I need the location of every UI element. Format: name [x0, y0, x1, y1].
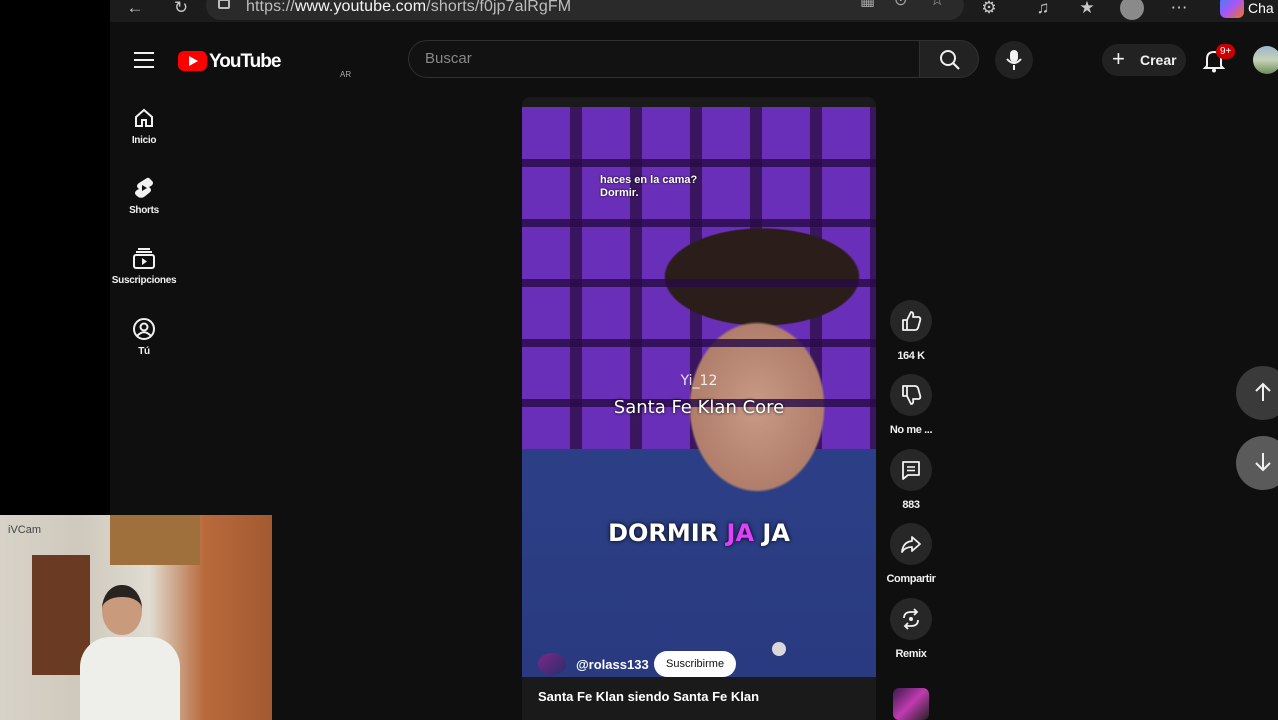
- comment-icon: [902, 461, 920, 480]
- remix-icon: [903, 608, 919, 630]
- more-options-icon[interactable]: ⋯: [1168, 0, 1190, 18]
- dislike-action: No me ...: [882, 374, 940, 436]
- browser-toolbar: ← ↻ https://www.youtube.com/shorts/f0jp7…: [110, 0, 1278, 22]
- like-count: 164 K: [897, 350, 925, 362]
- arrow-down-icon: [1255, 453, 1271, 472]
- country-code: AR: [340, 70, 352, 79]
- sidebar-item-label: Inicio: [131, 135, 157, 146]
- favorites-list-icon[interactable]: ★: [1076, 0, 1098, 18]
- sidebar-item-inicio[interactable]: Inicio: [110, 106, 178, 166]
- url-text[interactable]: https://www.youtube.com/shorts/f0jp7alRg…: [246, 0, 571, 16]
- site-info-icon[interactable]: [218, 0, 230, 9]
- like-action: 164 K: [882, 300, 940, 362]
- sound-thumbnail[interactable]: [893, 688, 929, 720]
- remix-label: Remix: [895, 648, 927, 660]
- voice-search-button[interactable]: [995, 41, 1033, 79]
- like-button[interactable]: [890, 300, 932, 342]
- url-host: www.youtube.com: [294, 0, 427, 15]
- search-icon: [940, 50, 960, 70]
- url-path: /shorts/f0jp7alRgFM: [426, 0, 572, 15]
- address-bar[interactable]: https://www.youtube.com/shorts/f0jp7alRg…: [206, 0, 964, 20]
- notification-badge: 9+: [1216, 44, 1236, 59]
- next-short-button[interactable]: [1236, 436, 1278, 490]
- youtube-play-icon: [178, 51, 207, 71]
- video-title[interactable]: Santa Fe Klan siendo Santa Fe Klan: [538, 689, 759, 704]
- zoom-icon[interactable]: ⊙: [894, 0, 907, 10]
- logo-wordmark: YouTube: [209, 51, 281, 72]
- previous-short-button[interactable]: [1236, 366, 1278, 420]
- webcam-shelf: [110, 515, 200, 565]
- arrow-up-icon: [1255, 382, 1271, 401]
- search-button[interactable]: [919, 40, 979, 78]
- comments-action: 883: [882, 449, 940, 511]
- channel-row: @rolass133 Suscribirme: [536, 651, 866, 677]
- share-action: Compartir: [882, 523, 940, 585]
- sidebar-item-suscripciones[interactable]: Suscripciones: [110, 246, 178, 306]
- copilot-icon[interactable]: [1220, 0, 1244, 18]
- subscribe-button[interactable]: Suscribirme: [654, 651, 737, 677]
- youtube-header: YouTube AR + Crear 9+: [110, 22, 1278, 98]
- channel-avatar[interactable]: [538, 653, 566, 675]
- remix-action: Remix: [882, 598, 940, 660]
- share-arrow-icon: [901, 536, 921, 553]
- overlay-title: Santa Fe Klan Core: [613, 397, 785, 418]
- browser-profile-icon[interactable]: [1120, 0, 1144, 20]
- video-caption-top: haces en la cama? Dormir.: [600, 174, 697, 200]
- shorts-icon: [135, 177, 153, 198]
- sidebar-item-label: Tú: [138, 346, 150, 357]
- thumbs-down-icon: [902, 385, 922, 405]
- url-prefix: https://: [246, 0, 295, 15]
- comments-count: 883: [902, 499, 920, 511]
- short-video-player[interactable]: haces en la cama? Dormir. Yi_12 Santa Fe…: [522, 97, 876, 720]
- screen: ← ↻ https://www.youtube.com/shorts/f0jp7…: [0, 0, 1278, 720]
- create-label: Crear: [1140, 52, 1177, 68]
- sidebar-item-shorts[interactable]: Shorts: [110, 176, 178, 236]
- overlay-subtitle: DORMIR JA JA: [522, 519, 876, 547]
- apps-icon[interactable]: ▦: [860, 0, 875, 10]
- remix-button[interactable]: [890, 598, 932, 640]
- sidebar-item-label: Suscripciones: [111, 275, 177, 286]
- you-icon: [133, 318, 155, 340]
- subtitle-highlight-word: JA: [726, 519, 755, 547]
- partial-tab-label: Cha: [1248, 0, 1274, 16]
- share-label: Compartir: [886, 573, 936, 585]
- caption-line: Dormir.: [600, 187, 639, 199]
- caption-line: haces en la cama?: [600, 174, 698, 186]
- favorite-star-icon[interactable]: ☆: [930, 0, 944, 10]
- subscriptions-icon: [133, 248, 155, 269]
- plus-icon: +: [1112, 46, 1125, 71]
- thumbs-up-icon: [902, 311, 922, 331]
- account-avatar[interactable]: [1253, 46, 1278, 74]
- dislike-label: No me ...: [889, 424, 933, 436]
- channel-handle[interactable]: @rolass133: [576, 657, 649, 672]
- back-arrow-icon[interactable]: ←: [124, 0, 146, 18]
- dislike-button[interactable]: [890, 374, 932, 416]
- microphone-icon: [1006, 50, 1022, 70]
- media-icon[interactable]: ♫: [1032, 0, 1054, 18]
- subtitle-word: JA: [754, 519, 790, 547]
- overlay-username: Yi_12: [680, 373, 718, 389]
- youtube-logo[interactable]: YouTube AR: [178, 49, 351, 79]
- extensions-icon[interactable]: ⚙: [978, 0, 1000, 18]
- webcam-overlay: iVCam: [0, 515, 272, 720]
- search-box: [408, 40, 920, 78]
- search-input[interactable]: [425, 50, 895, 67]
- webcam-person-body: [80, 637, 180, 720]
- sidebar-item-label: Shorts: [129, 205, 159, 216]
- subtitle-word: DORMIR: [608, 519, 727, 547]
- comments-button[interactable]: [890, 449, 932, 491]
- home-icon: [135, 108, 153, 127]
- sidebar-item-tu[interactable]: Tú: [110, 317, 178, 377]
- webcam-label: iVCam: [8, 524, 42, 536]
- create-button[interactable]: + Crear: [1102, 44, 1186, 76]
- reload-icon[interactable]: ↻: [170, 0, 192, 18]
- webcam-person-head: [102, 585, 142, 635]
- hamburger-menu-icon[interactable]: [134, 52, 154, 68]
- share-button[interactable]: [890, 523, 932, 565]
- webcam-person: [80, 585, 180, 720]
